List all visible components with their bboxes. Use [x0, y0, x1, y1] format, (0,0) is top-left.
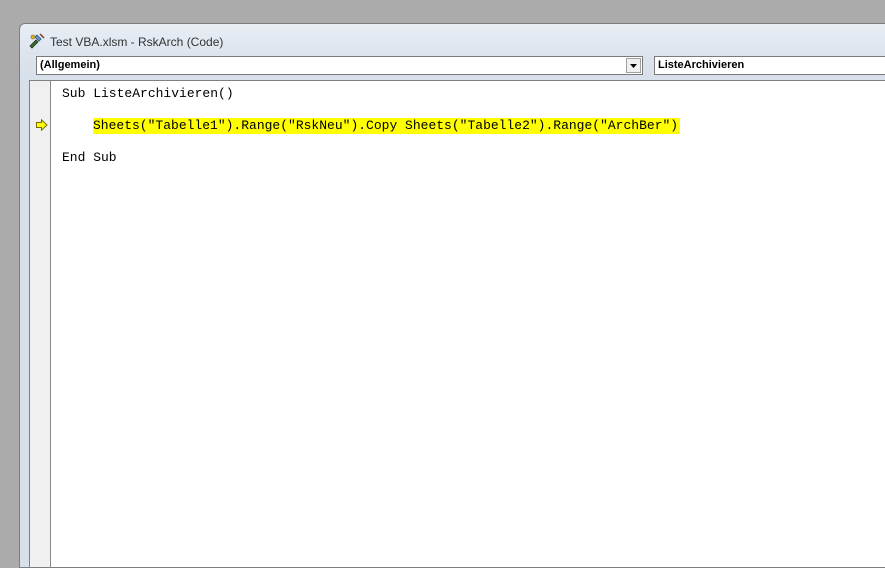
- code-line-current-statement[interactable]: Sheets("Tabelle1").Range("RskNeu").Copy …: [93, 118, 681, 134]
- title-bar[interactable]: Test VBA.xlsm - RskArch (Code): [20, 24, 885, 54]
- code-line-end-sub[interactable]: End Sub: [62, 150, 117, 166]
- object-combobox[interactable]: (Allgemein): [36, 56, 643, 75]
- procedure-combobox-value: ListeArchivieren: [658, 59, 745, 71]
- window-title: Test VBA.xlsm - RskArch (Code): [50, 35, 224, 49]
- margin-indicator-bar[interactable]: [30, 81, 51, 567]
- code-window: Test VBA.xlsm - RskArch (Code) (Allgemei…: [19, 23, 885, 568]
- vba-module-icon: [29, 33, 45, 49]
- code-editor[interactable]: Sub ListeArchivieren() Sheets("Tabelle1"…: [29, 80, 885, 567]
- code-line-sub-declaration[interactable]: Sub ListeArchivieren(): [62, 86, 234, 102]
- object-combobox-dropdown-button[interactable]: [626, 58, 641, 73]
- chevron-down-icon: [630, 64, 637, 68]
- object-combobox-value: (Allgemein): [40, 59, 100, 71]
- execution-pointer-arrow-icon: [36, 119, 48, 131]
- procedure-combobox[interactable]: ListeArchivieren: [654, 56, 885, 75]
